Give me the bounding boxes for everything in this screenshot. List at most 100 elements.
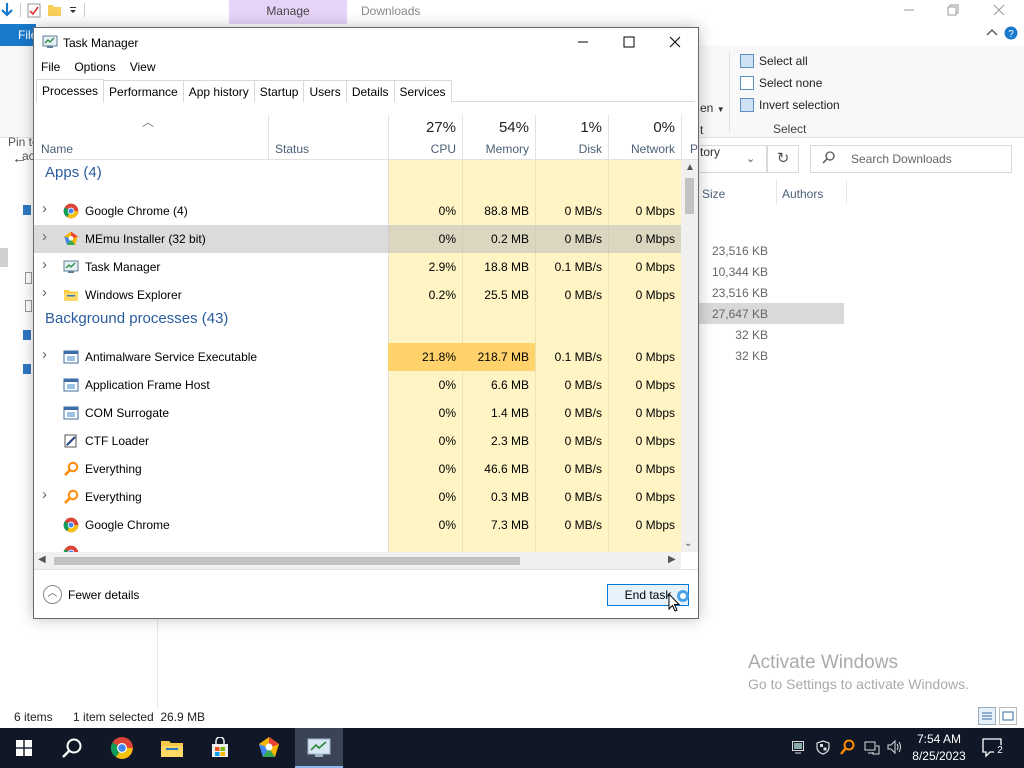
search-icon [822,151,835,164]
process-row[interactable]: › MEmu Installer (32 bit) 0% 0.2 MB 0 MB/s 0 … [34,225,681,253]
horizontal-scroll-thumb[interactable] [54,557,520,565]
tab-app-history[interactable]: App history [182,80,255,102]
explorer-minimize-button[interactable] [886,0,932,24]
nav-pane-icon[interactable] [23,364,31,374]
taskbar-memu[interactable] [245,728,293,768]
process-row[interactable]: › Everything 0% 0.3 MB 0 MB/s 0 Mbps [34,483,681,511]
memory-column-header[interactable]: 54% Memory [462,115,535,160]
clock[interactable]: 7:54 AM 8/25/2023 [906,731,972,765]
expand-chevron-icon[interactable]: › [42,228,47,245]
horizontal-scrollbar[interactable]: ◀ ▶ [34,552,681,569]
explorer-restore-button[interactable] [930,0,976,24]
nav-pane-icon[interactable] [23,330,31,340]
partial-t-label[interactable]: t [700,123,703,137]
process-network-value: 0 Mbps [635,490,675,504]
collapse-ribbon-icon[interactable] [986,27,998,37]
process-row[interactable]: COM Surrogate 0% 1.4 MB 0 MB/s 0 Mbps [34,399,681,427]
file-tab[interactable]: File [0,24,37,46]
invert-selection-button[interactable]: Invert selection [740,98,840,112]
expand-chevron-icon[interactable]: › [42,486,47,503]
menu-options[interactable]: Options [67,58,122,78]
task-manager-titlebar[interactable]: Task Manager [34,28,698,56]
disk-column-header[interactable]: 1% Disk [535,115,608,160]
tab-startup[interactable]: Startup [253,80,305,102]
large-icons-view-button[interactable] [999,707,1017,725]
process-row[interactable]: › Windows Explorer 0.2% 25.5 MB 0 MB/s 0 Mbps [34,281,681,309]
scroll-up-icon[interactable]: ▲ [685,162,695,173]
back-arrow-icon[interactable]: ← [12,150,27,167]
menu-file[interactable]: File [34,58,67,78]
process-row[interactable]: › Task Manager 2.9% 18.8 MB 0.1 MB/s 0 Mbps [34,253,681,281]
select-none-button[interactable]: Select none [740,76,822,90]
tab-performance[interactable]: Performance [103,80,184,102]
power-column-header[interactable]: P [681,115,698,160]
properties-icon[interactable] [27,3,41,18]
down-arrow-icon[interactable] [0,2,14,18]
tab-services[interactable]: Services [393,80,452,102]
nav-pane-icon[interactable] [25,272,32,284]
tab-processes[interactable]: Processes [36,79,105,103]
process-row[interactable]: Google Chrome 0% 7.3 MB 0 MB/s 0 Mbps [34,511,681,539]
taskbar-task-manager[interactable] [295,728,343,768]
size-column-header[interactable]: Size [702,187,725,201]
open-partial-label[interactable]: en ▼ [700,101,725,115]
process-disk-value: 0 MB/s [564,462,602,476]
process-row[interactable]: › Antimalware Service Executable 21.8% 218.… [34,343,681,371]
expand-chevron-icon[interactable]: › [42,256,47,273]
notification-count: 2 [994,745,1006,757]
tray-screen-icon[interactable] [792,741,804,754]
tray-defender-icon[interactable] [816,740,830,755]
process-row-partial[interactable] [34,539,681,552]
expand-chevron-icon[interactable]: › [42,200,47,217]
refresh-button[interactable]: ↻ [767,145,799,173]
tab-details[interactable]: Details [345,80,395,102]
name-column-header[interactable]: ︿ Name [34,115,268,160]
taskbar-file-explorer[interactable] [148,728,196,768]
customize-dropdown-icon[interactable] [68,4,78,16]
address-dropdown-icon[interactable]: ⌄ [746,152,755,165]
fewer-details-link[interactable]: Fewer details [68,588,139,602]
start-button[interactable] [0,728,48,768]
new-folder-icon[interactable] [47,3,62,17]
scroll-left-icon[interactable]: ◀ [38,554,46,565]
menu-view[interactable]: View [123,58,163,78]
vertical-scroll-thumb[interactable] [685,178,694,214]
taskbar-chrome[interactable] [98,728,146,768]
process-row[interactable]: Application Frame Host 0% 6.6 MB 0 MB/s 0 Mb… [34,371,681,399]
process-memory-value: 7.3 MB [490,518,529,532]
taskbar-store[interactable] [196,728,244,768]
scroll-down-icon[interactable]: ⌄ [684,538,692,549]
nav-pane-icon[interactable] [25,300,32,312]
minimize-button[interactable] [560,28,606,56]
nav-pane-selected-item[interactable] [0,248,8,267]
tray-volume-icon[interactable] [887,740,903,754]
vertical-scrollbar[interactable]: ▲ ⌄ [681,160,698,552]
expand-chevron-icon[interactable]: › [42,284,47,301]
cpu-column-header[interactable]: 27% CPU [388,115,462,160]
nav-pane-icon[interactable] [23,205,31,215]
scroll-right-icon[interactable]: ▶ [668,554,676,565]
chevron-up-icon[interactable]: ︿ [43,585,62,604]
search-input[interactable]: Search Downloads [810,145,1012,173]
tray-everything-icon[interactable] [840,739,855,756]
action-center-button[interactable]: 2 [982,738,1006,761]
details-view-button[interactable] [978,707,996,725]
process-row[interactable]: Everything 0% 46.6 MB 0 MB/s 0 Mbps [34,455,681,483]
manage-tab[interactable]: Manage [229,0,347,24]
help-icon[interactable]: ? [1004,26,1018,40]
authors-column-header[interactable]: Authors [782,187,823,201]
process-row[interactable]: › Google Chrome (4) 0% 88.8 MB 0 MB/s 0 Mbps [34,197,681,225]
tab-users[interactable]: Users [303,80,347,102]
explorer-close-button[interactable] [976,0,1022,24]
address-bar[interactable]: ⌄ [700,145,767,173]
tray-network-icon[interactable] [864,741,880,755]
expand-chevron-icon[interactable]: › [42,346,47,363]
maximize-button[interactable] [606,28,652,56]
process-row[interactable]: CTF Loader 0% 2.3 MB 0 MB/s 0 Mbps [34,427,681,455]
status-column-header[interactable]: Status [268,115,388,160]
select-all-button[interactable]: Select all [740,54,808,68]
taskbar-search-button[interactable] [48,728,96,768]
network-column-header[interactable]: 0% Network [608,115,681,160]
close-button[interactable] [652,28,698,56]
file-size: 10,344 KB [711,265,768,279]
